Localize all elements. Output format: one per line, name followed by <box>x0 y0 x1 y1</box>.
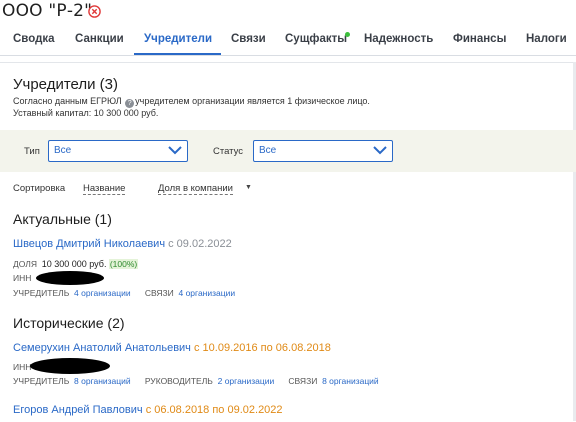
person-row: Семерухин Анатолий Анатольевич с 10.09.2… <box>13 342 331 354</box>
founders-title: Учредители (3) <box>13 76 119 93</box>
status-select[interactable]: Все <box>253 140 393 162</box>
person-row: Егоров Андрей Павлович с 06.08.2018 по 0… <box>13 404 283 416</box>
relations-row: УЧРЕДИТЕЛЬ 8 организаций РУКОВОДИТЕЛЬ 2 … <box>13 376 379 386</box>
inn-row: ИНН <box>13 273 31 283</box>
status-label: Статус <box>213 146 244 157</box>
active-tab-indicator <box>134 53 221 55</box>
status-select-value: Все <box>259 145 277 156</box>
current-heading: Актуальные (1) <box>13 211 112 227</box>
tab-finance[interactable]: Финансы <box>453 33 506 45</box>
sort-label: Сортировка <box>13 183 66 194</box>
chevron-down-icon <box>373 146 387 155</box>
inn-row: ИНН <box>13 362 31 372</box>
head-label: РУКОВОДИТЕЛЬ <box>144 376 213 386</box>
egrul-prefix: Согласно данным ЕГРЮЛ <box>13 96 122 106</box>
share-label: ДОЛЯ <box>13 259 37 269</box>
tab-founders[interactable]: Учредители <box>144 33 212 45</box>
tab-reliability[interactable]: Надежность <box>364 33 433 45</box>
person-date: с 06.08.2018 по 09.02.2022 <box>145 404 283 416</box>
company-name: ООО "Р-2" <box>2 1 93 21</box>
links-label: СВЯЗИ <box>144 288 174 298</box>
share-row: ДОЛЯ 10 300 000 руб. (100%) <box>13 259 139 269</box>
founder-label: УЧРЕДИТЕЛЬ <box>13 288 70 298</box>
inn-label: ИНН <box>13 362 32 372</box>
egrul-note: Согласно данным ЕГРЮЛ ? учредителем орган… <box>13 96 370 108</box>
authorized-capital: Уставный капитал: 10 300 000 руб. <box>13 108 159 118</box>
relations-row: УЧРЕДИТЕЛЬ 4 организации СВЯЗИ 4 организ… <box>13 288 235 298</box>
share-percent: (100%) <box>108 259 139 269</box>
founder-orgs-link[interactable]: 4 организации <box>74 288 131 298</box>
person-name-link[interactable]: Швецов Дмитрий Николаевич <box>13 238 165 250</box>
chevron-down-icon <box>168 146 182 155</box>
links-orgs-link[interactable]: 8 организаций <box>322 376 379 386</box>
tab-links[interactable]: Связи <box>231 33 266 45</box>
redacted-inn <box>36 271 104 285</box>
tab-facts[interactable]: Сущфакты <box>285 33 347 45</box>
new-facts-indicator <box>345 32 350 37</box>
sort-by-name[interactable]: Название <box>83 183 126 195</box>
type-label: Тип <box>24 146 40 157</box>
egrul-suffix: учредителем организации является 1 физич… <box>135 96 370 106</box>
founder-label: УЧРЕДИТЕЛЬ <box>13 376 70 386</box>
head-orgs-link[interactable]: 2 организации <box>218 376 275 386</box>
redacted-inn <box>30 358 110 374</box>
tab-taxes[interactable]: Налоги <box>526 33 567 45</box>
sort-by-share[interactable]: Доля в компании <box>158 183 233 195</box>
person-name-link[interactable]: Егоров Андрей Павлович <box>13 404 143 416</box>
tab-summary[interactable]: Сводка <box>13 33 55 45</box>
inn-label: ИНН <box>13 273 32 283</box>
close-icon[interactable] <box>88 5 101 18</box>
person-row: Швецов Дмитрий Николаевич с 09.02.2022 <box>13 238 232 250</box>
founder-orgs-link[interactable]: 8 организаций <box>74 376 131 386</box>
person-date: с 10.09.2016 по 06.08.2018 <box>193 342 331 354</box>
help-icon[interactable]: ? <box>125 99 135 108</box>
person-name-link[interactable]: Семерухин Анатолий Анатольевич <box>13 342 191 354</box>
header: ООО "Р-2" <box>0 0 576 28</box>
tab-bar: Сводка Санкции Учредители Связи Сущфакты… <box>0 28 576 56</box>
links-orgs-link[interactable]: 4 организации <box>178 288 235 298</box>
historical-heading: Исторические (2) <box>13 315 125 331</box>
tab-sanctions[interactable]: Санкции <box>75 33 124 45</box>
share-value: 10 300 000 руб. <box>41 259 107 269</box>
type-select[interactable]: Все <box>48 140 188 162</box>
type-select-value: Все <box>54 145 72 156</box>
sort-caret-icon[interactable]: ▼ <box>245 184 252 191</box>
person-date: с 09.02.2022 <box>168 238 232 250</box>
links-label: СВЯЗИ <box>288 376 318 386</box>
